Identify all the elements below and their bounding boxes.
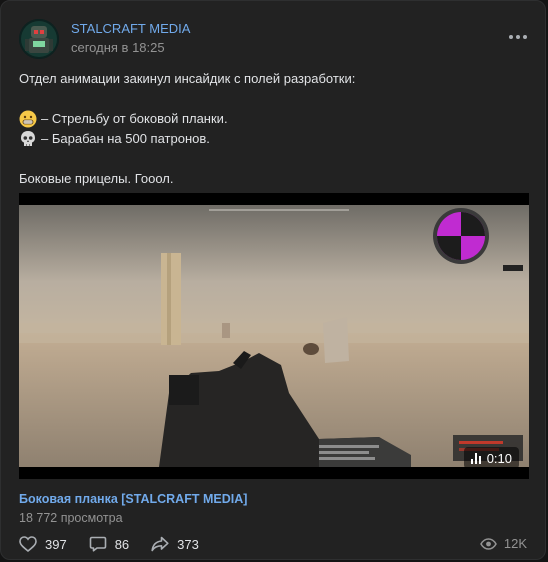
share-icon bbox=[151, 536, 169, 552]
author-avatar[interactable] bbox=[19, 19, 59, 59]
video-bars-icon bbox=[470, 452, 481, 464]
post-text-item: – Стрельбу от боковой планки. bbox=[41, 111, 228, 126]
video-views: 18 772 просмотра bbox=[19, 511, 123, 525]
post-date[interactable]: сегодня в 18:25 bbox=[71, 40, 165, 55]
video-duration: 0:10 bbox=[486, 450, 512, 466]
heart-icon bbox=[19, 536, 37, 552]
grimacing-face-icon bbox=[19, 110, 37, 128]
more-icon[interactable] bbox=[509, 35, 527, 39]
video-title[interactable]: Боковая планка [STALCRAFT MEDIA] bbox=[19, 492, 247, 506]
skull-icon bbox=[21, 131, 35, 146]
post-text-line: – Барабан на 500 патронов. bbox=[19, 129, 529, 149]
post-card: STALCRAFT MEDIA сегодня в 18:25 Отдел ан… bbox=[0, 0, 546, 560]
post-text-item: – Барабан на 500 патронов. bbox=[41, 131, 210, 146]
eye-icon bbox=[479, 537, 497, 550]
video-thumbnail bbox=[19, 193, 529, 479]
share-button[interactable]: 373 bbox=[151, 536, 199, 552]
post-text-line: – Стрельбу от боковой планки. bbox=[19, 109, 529, 129]
post-views: 12K bbox=[479, 536, 527, 551]
video-player[interactable]: 0:10 bbox=[19, 193, 529, 479]
comment-button[interactable]: 86 bbox=[89, 536, 129, 552]
post-text: Отдел анимации закинул инсайдик с полей … bbox=[19, 69, 529, 189]
author-name[interactable]: STALCRAFT MEDIA bbox=[71, 21, 190, 36]
post-text-line: Отдел анимации закинул инсайдик с полей … bbox=[19, 71, 356, 86]
post-text-line: Боковые прицелы. Гооол. bbox=[19, 171, 174, 186]
comment-icon bbox=[89, 536, 107, 552]
like-button[interactable]: 397 bbox=[19, 536, 67, 552]
video-duration-badge: 0:10 bbox=[463, 447, 519, 469]
post-actions: 397 86 373 bbox=[19, 536, 199, 552]
comment-count: 86 bbox=[114, 536, 130, 552]
share-count: 373 bbox=[177, 536, 199, 552]
view-count: 12K bbox=[503, 536, 527, 551]
like-count: 397 bbox=[45, 536, 67, 552]
